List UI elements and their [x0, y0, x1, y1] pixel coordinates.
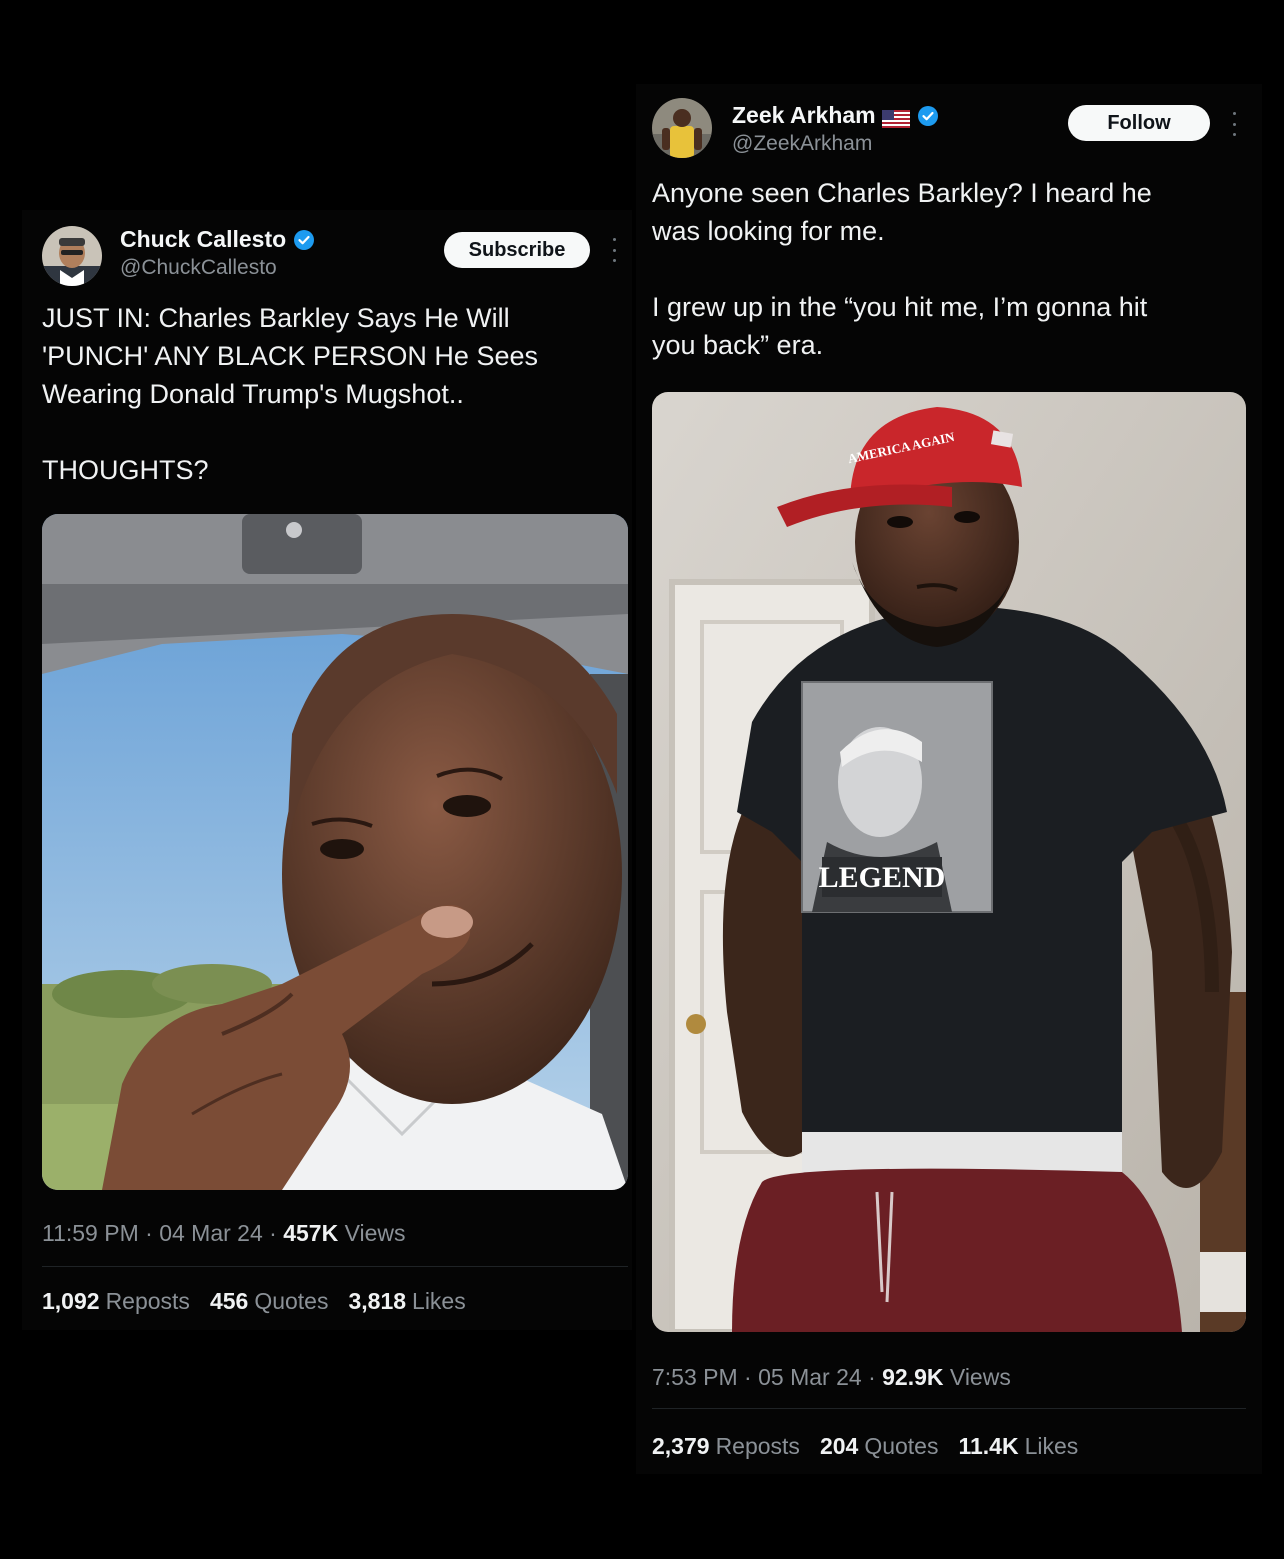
meta-separator: ·: [145, 1220, 160, 1246]
likes-label: Likes: [412, 1288, 466, 1314]
likes-stat[interactable]: 3,818 Likes: [348, 1288, 465, 1315]
display-name-text: Chuck Callesto: [120, 226, 287, 252]
views-count: 457K: [283, 1220, 339, 1246]
display-name[interactable]: Chuck Callesto: [120, 226, 315, 253]
meta-separator: ·: [269, 1220, 284, 1246]
tweet-meta: 7:53 PM · 05 Mar 24 · 92.9K Views: [652, 1364, 1011, 1391]
handle[interactable]: @ZeekArkham: [732, 132, 872, 156]
more-options-icon[interactable]: [1230, 112, 1238, 136]
reposts-stat[interactable]: 1,092 Reposts: [42, 1288, 190, 1315]
tweet-time[interactable]: 7:53 PM: [652, 1364, 738, 1390]
tweet-photo-zeek[interactable]: LEGEND AMERICA AGAIN: [652, 392, 1246, 1332]
likes-stat[interactable]: 11.4K Likes: [958, 1433, 1078, 1460]
reposts-count: 1,092: [42, 1288, 100, 1314]
quotes-label: Quotes: [864, 1433, 939, 1459]
divider: [652, 1408, 1246, 1409]
engagement-stats: 2,379 Reposts 204 Quotes 11.4K Likes: [652, 1433, 1078, 1460]
follow-button[interactable]: Follow: [1068, 105, 1210, 141]
tweet-time[interactable]: 11:59 PM: [42, 1220, 139, 1246]
divider: [42, 1266, 628, 1267]
quotes-stat[interactable]: 456 Quotes: [210, 1288, 329, 1315]
tweet-card-zeek-arkham: Zeek Arkham @ZeekArkham Follow Anyone se…: [636, 84, 1262, 1474]
shirt-text: LEGEND: [819, 861, 946, 894]
display-name[interactable]: Zeek Arkham: [732, 102, 939, 129]
quotes-count: 456: [209, 1288, 249, 1314]
reposts-stat[interactable]: 2,379 Reposts: [652, 1433, 800, 1460]
views-count: 92.9K: [882, 1364, 944, 1390]
handle[interactable]: @ChuckCallesto: [120, 256, 277, 280]
quotes-label: Quotes: [254, 1288, 329, 1314]
tweet-photo-barkley[interactable]: [42, 514, 628, 1190]
views-label: Views: [344, 1220, 406, 1246]
tweet-card-chuck-callesto: Chuck Callesto @ChuckCallesto Subscribe …: [22, 210, 632, 1330]
meta-separator: ·: [868, 1364, 883, 1390]
likes-count: 3,818: [348, 1288, 407, 1314]
reposts-count: 2,379: [652, 1433, 710, 1459]
tweet-text: Anyone seen Charles Barkley? I heard he …: [652, 178, 1152, 360]
more-options-icon[interactable]: [610, 238, 618, 262]
subscribe-button[interactable]: Subscribe: [444, 232, 590, 268]
avatar-chuck-callesto[interactable]: [42, 226, 102, 286]
reposts-label: Reposts: [715, 1433, 800, 1459]
us-flag-icon: [881, 107, 910, 128]
verified-badge-icon: [293, 229, 315, 251]
avatar-zeek-arkham[interactable]: [652, 98, 712, 158]
reposts-label: Reposts: [105, 1288, 190, 1314]
tweet-text: JUST IN: Charles Barkley Says He Will 'P…: [42, 303, 538, 485]
engagement-stats: 1,092 Reposts 456 Quotes 3,818 Likes: [42, 1288, 466, 1315]
likes-label: Likes: [1024, 1433, 1079, 1459]
verified-badge-icon: [917, 105, 939, 127]
quotes-stat[interactable]: 204 Quotes: [820, 1433, 939, 1460]
tweet-meta: 11:59 PM · 04 Mar 24 · 457K Views: [42, 1220, 406, 1247]
quotes-count: 204: [819, 1433, 859, 1459]
views-label: Views: [949, 1364, 1011, 1390]
tweet-date[interactable]: 04 Mar 24: [159, 1220, 263, 1246]
likes-count: 11.4K: [958, 1433, 1019, 1459]
display-name-text: Zeek Arkham: [732, 102, 876, 128]
tweet-date[interactable]: 05 Mar 24: [758, 1364, 862, 1390]
meta-separator: ·: [744, 1364, 759, 1390]
